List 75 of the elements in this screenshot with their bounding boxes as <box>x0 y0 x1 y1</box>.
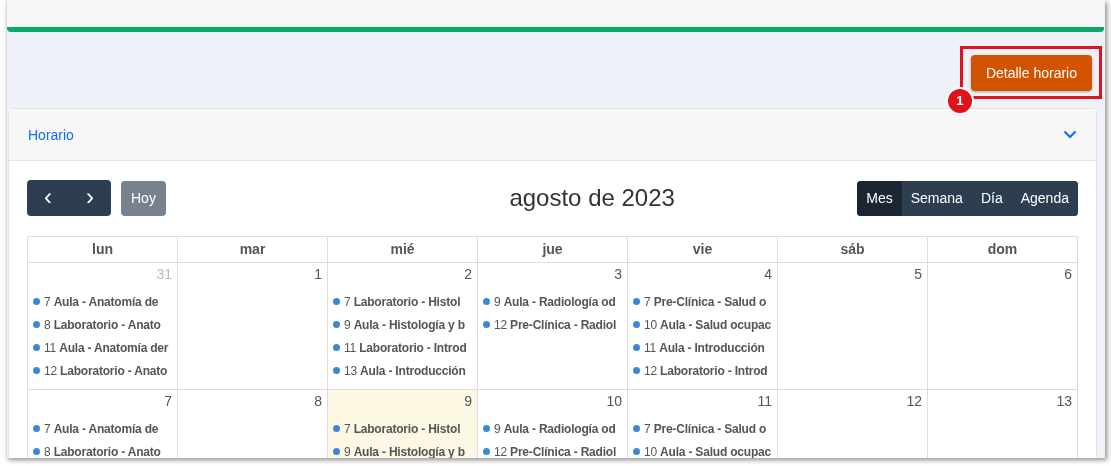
month-title: agosto de 2023 <box>509 184 675 212</box>
event-dot-icon <box>33 298 40 305</box>
day-number: 13 <box>1056 393 1072 409</box>
event-label[interactable]: 9 Aula - Histología y b <box>344 444 465 458</box>
event-label[interactable]: 13 Aula - Introducción <box>344 363 466 378</box>
previous-button[interactable]: ‹ <box>27 180 69 216</box>
event-dot-icon <box>633 298 640 305</box>
event-dot-icon <box>333 344 340 351</box>
event-label[interactable]: 7 Aula - Anatomía de <box>44 421 159 436</box>
event-label[interactable]: 12 Pre-Clínica - Radiol <box>494 317 617 332</box>
day-number: 6 <box>1064 266 1072 282</box>
event-label[interactable]: 12 Pre-Clínica - Radiol <box>494 444 617 458</box>
event-dot-icon <box>33 344 40 351</box>
event-label[interactable]: 11 Aula - Anatomía der <box>44 340 169 355</box>
weekday-header: vie <box>628 237 778 263</box>
event-dot-icon <box>33 425 40 432</box>
day-number: 2 <box>464 266 472 282</box>
event-dot-icon <box>333 367 340 374</box>
day-number: 7 <box>164 393 172 409</box>
day-number: 4 <box>764 266 772 282</box>
event-label[interactable]: 12 Laboratorio - Anato <box>44 363 168 378</box>
event-dot-icon <box>633 344 640 351</box>
detail-button[interactable]: Detalle horario <box>970 54 1092 91</box>
event-label[interactable]: 10 Aula - Salud ocupac <box>644 317 771 332</box>
event-dot-icon <box>633 321 640 328</box>
weekday-header: lun <box>28 237 178 263</box>
event-dot-icon <box>33 448 40 455</box>
weekday-header: jue <box>478 237 628 263</box>
day-number: 11 <box>757 393 772 409</box>
event-label[interactable]: 9 Aula - Histología y b <box>344 317 465 332</box>
event-dot-icon <box>333 448 340 455</box>
event-label[interactable]: 9 Aula - Radiología od <box>494 294 616 309</box>
day-number: 9 <box>464 393 472 409</box>
weekday-header: sáb <box>778 237 928 263</box>
day-number: 5 <box>914 266 922 282</box>
day-number: 10 <box>606 393 622 409</box>
event-dot-icon <box>633 425 640 432</box>
event-dot-icon <box>483 425 490 432</box>
chevron-icon[interactable] <box>1063 130 1077 139</box>
event-label[interactable]: 9 Aula - Radiología od <box>494 421 616 436</box>
event-dot-icon <box>633 367 640 374</box>
event-label[interactable]: 8 Laboratorio - Anato <box>44 444 161 458</box>
view-tab[interactable]: Mes <box>857 180 902 216</box>
panel-title: Horario <box>28 126 74 143</box>
event-label[interactable]: 7 Pre-Clínica - Salud o <box>644 294 767 309</box>
panel-header[interactable]: Horario <box>9 109 1096 161</box>
event-dot-icon <box>333 321 340 328</box>
event-dot-icon <box>483 321 490 328</box>
event-label[interactable]: 7 Laboratorio - Histol <box>344 421 461 436</box>
event-label[interactable]: 10 Aula - Salud ocupac <box>644 444 771 458</box>
event-dot-icon <box>483 298 490 305</box>
event-label[interactable]: 7 Aula - Anatomía de <box>44 294 159 309</box>
event-dot-icon <box>333 298 340 305</box>
event-label[interactable]: 7 Laboratorio - Histol <box>344 294 461 309</box>
day-number: 12 <box>906 393 922 409</box>
event-label[interactable]: 8 Laboratorio - Anato <box>44 317 161 332</box>
day-number: 3 <box>614 266 622 282</box>
weekday-header: mar <box>178 237 328 263</box>
event-dot-icon <box>33 321 40 328</box>
day-number: 1 <box>314 266 322 282</box>
today-button[interactable]: Hoy <box>121 180 166 216</box>
event-dot-icon <box>333 425 340 432</box>
weekday-header: dom <box>928 237 1078 263</box>
step-badge: 1 <box>945 86 974 115</box>
event-dot-icon <box>33 367 40 374</box>
event-label[interactable]: 7 Pre-Clínica - Salud o <box>644 421 767 436</box>
next-button[interactable]: › <box>69 180 111 216</box>
day-number: 8 <box>314 393 322 409</box>
event-label[interactable]: 11 Laboratorio - Introd <box>344 340 467 355</box>
event-label[interactable]: 12 Laboratorio - Introd <box>644 363 768 378</box>
day-number: 31 <box>156 266 172 282</box>
event-dot-icon <box>633 448 640 455</box>
event-dot-icon <box>483 448 490 455</box>
weekday-header: mié <box>328 237 478 263</box>
event-label[interactable]: 11 Aula - Introducción <box>644 340 765 355</box>
